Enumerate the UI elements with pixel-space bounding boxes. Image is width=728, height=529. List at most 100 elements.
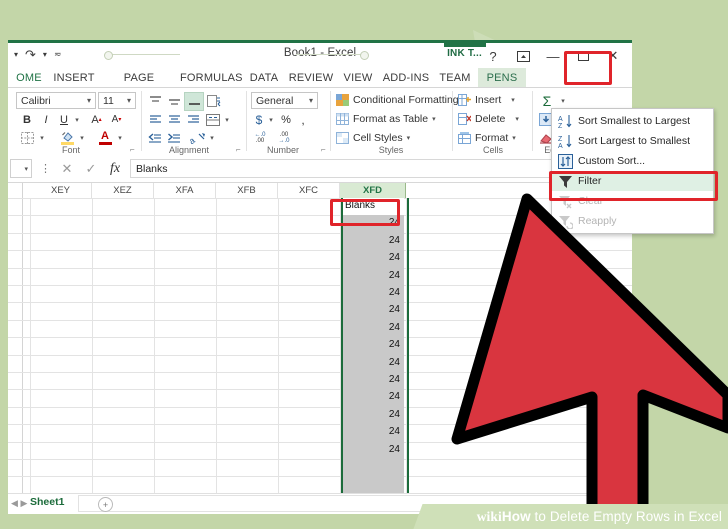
ribbon-tab-review[interactable]: REVIEW: [286, 68, 336, 88]
column-header-xfd[interactable]: XFD: [340, 183, 406, 198]
format-cells-caret-icon[interactable]: ▾: [512, 134, 516, 142]
align-center-button[interactable]: [165, 111, 183, 128]
accounting-caret-icon[interactable]: ▾: [266, 111, 276, 128]
column-header-xey[interactable]: XEY: [30, 183, 92, 198]
ribbon-tab-ome[interactable]: OME: [10, 68, 48, 88]
column-header-xez[interactable]: XEZ: [92, 183, 154, 198]
number-format-combo[interactable]: General ▾: [251, 92, 318, 109]
menu-item-sort-largest-to-smallest[interactable]: Z A Sort Largest to Smallest: [552, 131, 713, 151]
add-sheet-button[interactable]: +: [98, 497, 113, 512]
cancel-formula-icon[interactable]: ✕: [56, 160, 78, 178]
menu-item-custom-sort[interactable]: Custom Sort...: [552, 151, 713, 171]
name-box[interactable]: ▾: [10, 159, 32, 178]
autosum-button[interactable]: Σ: [536, 92, 558, 109]
insert-function-icon[interactable]: fx: [104, 160, 126, 178]
row-divider: [22, 233, 632, 234]
borders-caret-icon[interactable]: ▾: [37, 130, 47, 146]
delete-cells-caret-icon[interactable]: ▾: [515, 115, 519, 123]
formula-bar-handle[interactable]: ⋮: [40, 162, 51, 175]
borders-button[interactable]: [18, 130, 36, 146]
number-dialog-launcher[interactable]: ⌐: [321, 145, 326, 154]
accounting-format-button[interactable]: $: [252, 111, 266, 128]
scroll-up-button[interactable]: ▲: [621, 326, 632, 338]
font-name-caret-icon[interactable]: ▾: [87, 96, 95, 105]
ribbon-tab-pens[interactable]: PENS: [478, 68, 526, 88]
font-size-value: 11: [103, 94, 114, 107]
enter-formula-icon[interactable]: ✓: [80, 160, 102, 178]
row-divider: [8, 372, 22, 373]
row-divider: [22, 476, 632, 477]
ribbon-tab-team[interactable]: TEAM: [434, 68, 476, 88]
column-header-xfb[interactable]: XFB: [216, 183, 278, 198]
decrease-indent-button[interactable]: [146, 130, 164, 146]
shrink-font-button[interactable]: A ▾: [108, 111, 125, 128]
fill-color-button[interactable]: [58, 129, 76, 146]
vertical-scrollbar[interactable]: ▲ ▼: [620, 326, 632, 494]
name-box-caret-icon[interactable]: ▾: [24, 165, 28, 173]
restore-button[interactable]: [568, 45, 598, 67]
increase-indent-button[interactable]: [165, 130, 183, 146]
cell-styles-button[interactable]: Cell Styles ▾: [336, 132, 410, 144]
percent-format-button[interactable]: %: [278, 111, 294, 128]
insert-cells-button[interactable]: Insert ▾: [458, 94, 515, 106]
ribbon-tab-add-ins[interactable]: ADD-INS: [380, 68, 432, 88]
merge-center-caret-icon[interactable]: ▾: [222, 111, 232, 128]
help-button[interactable]: ?: [478, 45, 508, 67]
merge-center-button[interactable]: [204, 111, 222, 128]
underline-button[interactable]: U: [56, 111, 72, 128]
ribbon-tab-data[interactable]: DATA: [244, 68, 284, 88]
grow-font-button[interactable]: A ▴: [88, 111, 105, 128]
font-size-caret-icon[interactable]: ▾: [127, 96, 135, 105]
font-dialog-launcher[interactable]: ⌐: [130, 145, 135, 154]
autosum-caret-icon[interactable]: ▾: [558, 92, 568, 109]
column-header-xfa[interactable]: XFA: [154, 183, 216, 198]
font-name-combo[interactable]: Calibri ▾: [16, 92, 96, 109]
select-all-corner[interactable]: [8, 183, 23, 198]
format-as-table-button[interactable]: Format as Table ▾: [336, 113, 436, 125]
format-as-table-caret-icon[interactable]: ▾: [432, 115, 436, 123]
menu-item-clear: Clear: [552, 191, 713, 211]
custom-sort-icon: [552, 151, 578, 171]
cell-styles-caret-icon[interactable]: ▾: [407, 134, 411, 142]
orientation-button[interactable]: a: [188, 130, 208, 146]
ribbon-tab-insert[interactable]: INSERT: [50, 68, 98, 88]
insert-cells-caret-icon[interactable]: ▾: [511, 96, 515, 104]
orientation-caret-icon[interactable]: ▾: [207, 130, 217, 146]
wrap-text-button[interactable]: [204, 92, 224, 109]
format-cells-button[interactable]: Format ▾: [458, 132, 516, 144]
align-left-button[interactable]: [146, 111, 164, 128]
ribbon-tab-page-layout[interactable]: PAGE LAYOUT: [100, 68, 178, 104]
delete-cells-button[interactable]: Delete ▾: [458, 113, 519, 125]
fill-color-caret-icon[interactable]: ▾: [77, 130, 87, 146]
svg-text:Z: Z: [558, 136, 563, 143]
align-top-button[interactable]: [146, 92, 164, 109]
sheet-nav-right-icon[interactable]: ▶: [20, 498, 27, 508]
comma-format-button[interactable]: ,: [296, 111, 310, 128]
font-size-combo[interactable]: 11 ▾: [98, 92, 136, 109]
close-button[interactable]: ✕: [598, 45, 628, 67]
number-format-caret-icon[interactable]: ▾: [309, 96, 317, 105]
italic-button[interactable]: I: [38, 111, 54, 128]
column-header-xfc[interactable]: XFC: [278, 183, 340, 198]
decrease-decimal-button[interactable]: .00 →.0: [274, 130, 294, 146]
font-color-caret-icon[interactable]: ▾: [115, 130, 125, 146]
menu-item-filter[interactable]: Filter: [552, 171, 713, 191]
underline-caret-icon[interactable]: ▾: [72, 111, 82, 128]
increase-decimal-button[interactable]: ←.0.00: [250, 130, 270, 146]
minimize-button[interactable]: —: [538, 45, 568, 67]
menu-item-sort-smallest-to-largest[interactable]: A Z Sort Smallest to Largest: [552, 111, 713, 131]
ribbon-tab-view[interactable]: VIEW: [338, 68, 378, 88]
scrollbar-thumb[interactable]: [622, 339, 631, 399]
bold-button[interactable]: B: [18, 111, 36, 128]
align-bottom-button[interactable]: [184, 92, 204, 111]
ribbon-display-options-icon[interactable]: [508, 45, 538, 67]
conditional-formatting-button[interactable]: Conditional Formatting ▾: [336, 94, 466, 106]
alignment-dialog-launcher[interactable]: ⌐: [236, 145, 241, 154]
align-right-button[interactable]: [184, 111, 202, 128]
sheet-nav-arrows[interactable]: ◀ ▶: [11, 498, 27, 509]
ribbon-tab-formulas[interactable]: FORMULAS: [180, 68, 243, 88]
sheet-nav-left-icon[interactable]: ◀: [11, 498, 18, 508]
sheet-tab-sheet1[interactable]: Sheet1: [30, 496, 64, 508]
font-color-button[interactable]: A: [96, 129, 114, 146]
align-middle-button[interactable]: [165, 92, 183, 109]
